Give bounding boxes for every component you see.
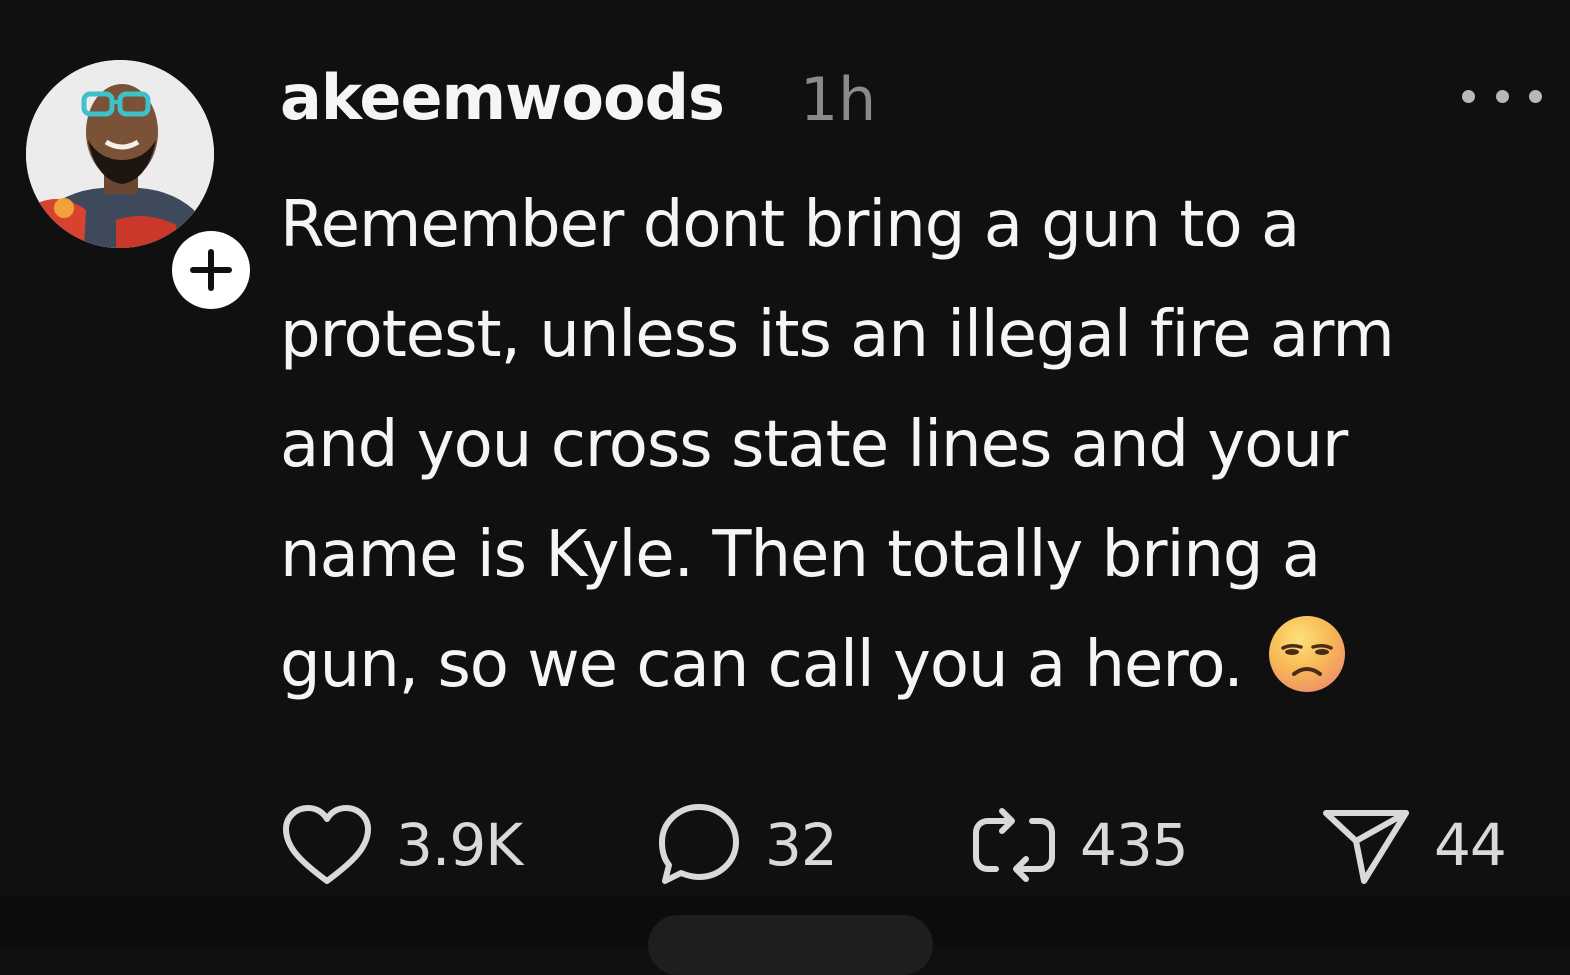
unamused-sad-face-emoji <box>1267 614 1347 728</box>
share-button[interactable]: 44 <box>1320 800 1507 890</box>
like-count: 3.9K <box>396 811 523 879</box>
speech-bubble-icon <box>659 804 739 884</box>
home-indicator <box>648 915 933 975</box>
paper-plane-icon <box>1323 810 1409 884</box>
avatar[interactable] <box>26 60 214 248</box>
more-dot-3 <box>1529 89 1542 103</box>
heart-icon <box>283 805 371 884</box>
repost-button[interactable]: 435 <box>970 800 1189 890</box>
timestamp: 1h <box>800 65 877 135</box>
plus-icon <box>190 249 232 291</box>
post-text-line: and you cross state lines and your <box>280 408 1348 482</box>
post-text-line: name is Kyle. Then totally bring a <box>280 518 1321 592</box>
post-text-line: gun, so we can call you a hero. <box>280 628 1244 702</box>
more-dots-icon <box>1462 89 1475 103</box>
more-options-button[interactable] <box>1462 78 1542 114</box>
reply-button[interactable]: 32 <box>655 800 838 890</box>
post-text-line: Remember dont bring a gun to a <box>280 188 1300 262</box>
share-count: 44 <box>1434 811 1507 879</box>
reply-count: 32 <box>765 811 838 879</box>
avatar-container[interactable] <box>26 60 259 318</box>
repost-count: 435 <box>1080 811 1189 879</box>
post-text-line: protest, unless its an illegal fire arm <box>280 298 1395 372</box>
username[interactable]: akeemwoods <box>280 58 725 138</box>
post-text-last-line: gun, so we can call you a hero. <box>280 610 1520 728</box>
like-button[interactable]: 3.9K <box>280 800 523 890</box>
action-bar: 3.9K 32 435 44 <box>280 800 1520 890</box>
thread-post: akeemwoods 1h Remember dont bring a gun … <box>0 0 1570 975</box>
post-text: Remember dont bring a gun to a protest, … <box>280 170 1520 728</box>
follow-button[interactable] <box>163 222 259 318</box>
repost-arrows-icon <box>973 808 1055 882</box>
avatar-photo <box>26 60 214 248</box>
more-dot-2 <box>1495 89 1509 103</box>
